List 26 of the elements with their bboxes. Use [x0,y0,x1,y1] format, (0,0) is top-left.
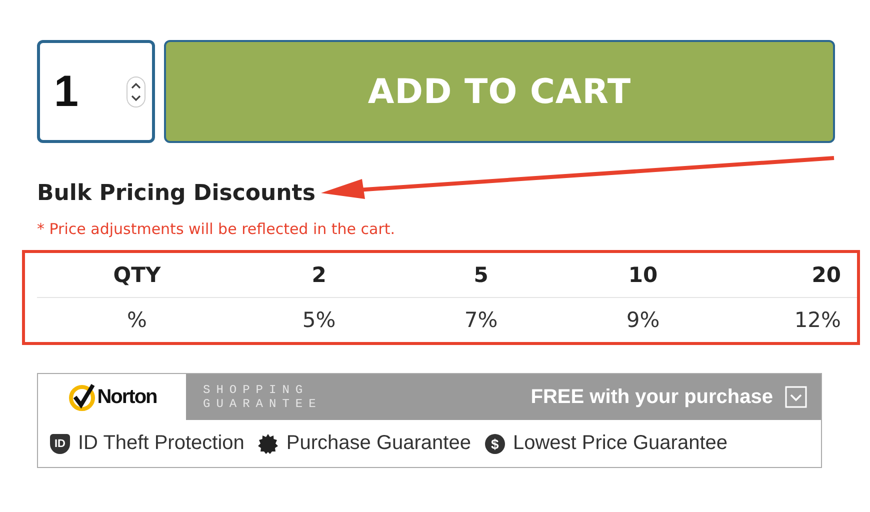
table-header: QTY [37,253,237,298]
seal-icon [258,434,278,454]
table-header: 10 [561,253,725,298]
table-cell-text: 12% [793,307,842,334]
price-note: * Price adjustments will be reflected in the cart. [37,220,396,238]
table-header: 5 [401,253,561,298]
check-icon [67,382,98,412]
dollar-icon: $ [484,434,505,454]
table-header: 20 [725,253,857,298]
table-cell-text: 7% [463,307,499,334]
feature-label: Lowest Price Guarantee [512,432,728,455]
table-cell-text: 9% [625,307,661,334]
feature-label: ID Theft Protection [78,432,244,455]
offer-text: FREE with your purchase [530,386,773,408]
feature-label: Purchase Guarantee [286,432,471,455]
shield-icon: ID [50,434,70,454]
table-header: 2 [237,253,401,298]
tagline: SHOPPING [203,383,310,397]
table-cell-text: % [126,307,148,334]
table-cell-text: 5% [301,307,337,334]
tagline: GUARANTEE [203,397,322,411]
quantity-field[interactable]: 1 [37,40,155,143]
stepper-icon[interactable] [126,76,146,108]
dropdown-icon[interactable] [785,386,807,408]
brand-name: Norton [97,386,157,408]
section-title: Bulk Pricing Discounts [37,181,316,206]
